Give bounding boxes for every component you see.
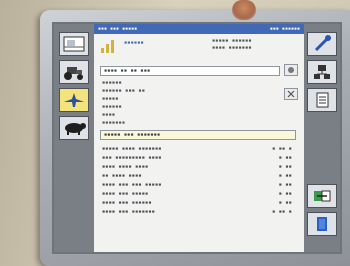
summary-row-value: ▪ ▪▪ [278, 191, 292, 197]
summary-row-label: ▪▪▪▪ ▪▪▪ ▪▪▪▪▪ [102, 191, 149, 197]
form-line-2: ▪▪▪▪▪▪ ▪▪▪ ▪▪ [102, 88, 146, 94]
summary-row-label: ▪▪▪▪▪ ▪▪▪▪ ▪▪▪▪▪▪▪ [102, 146, 162, 152]
network-button[interactable] [307, 60, 337, 84]
summary-row: ▪▪▪▪ ▪▪▪ ▪▪▪▪▪ ▪ ▪▪ [102, 191, 292, 200]
summary-row: ▪▪ ▪▪▪▪ ▪▪▪▪ ▪ ▪▪ [102, 173, 292, 182]
network-icon [314, 65, 330, 79]
tractor-icon [64, 67, 83, 80]
livestock-icon [65, 123, 86, 135]
summary-row: ▪▪▪▪ ▪▪▪ ▪▪▪ ▪▪▪▪▪ ▪ ▪▪ [102, 182, 292, 191]
summary-row: ▪▪▪▪▪ ▪▪▪▪ ▪▪▪▪▪▪▪ ▪ ▪▪ ▪ [102, 146, 292, 155]
summary-row-label: ▪▪▪▪ ▪▪▪ ▪▪▪▪▪▪▪ [102, 209, 155, 215]
right-toolbar [304, 24, 340, 252]
summary-row: ▪▪▪ ▪▪▪▪▪▪▪▪▪ ▪▪▪▪ ▪ ▪▪ [102, 155, 292, 164]
summary-row-value: ▪ ▪▪ ▪ [272, 146, 292, 152]
summary-row-value: ▪ ▪▪ ▪ [272, 209, 292, 215]
summary-row-label: ▪▪ ▪▪▪▪ ▪▪▪▪ [102, 173, 142, 179]
livestock-button[interactable] [59, 116, 89, 140]
summary-row-value: ▪ ▪▪ [278, 173, 292, 179]
summary-row: ▪▪▪▪ ▪▪▪ ▪▪▪▪▪▪ ▪ ▪▪ [102, 200, 292, 209]
selected-record-field[interactable]: ▪▪▪▪▪ ▪▪▪ ▪▪▪▪▪▪▪ [100, 130, 296, 140]
form-line-4: ▪▪▪▪▪▪ [102, 104, 122, 110]
document-button[interactable] [307, 88, 337, 112]
wrench-icon [314, 35, 331, 52]
form-line-1: ▪▪▪▪▪▪ [102, 80, 122, 86]
product-label: ▪▪▪▪▪▪ [124, 40, 144, 46]
main-panel: ▪▪▪ ▪▪▪ ▪▪▪▪▪ ▪▪▪ ▪▪▪▪▪▪ ▪▪▪▪▪▪ ▪▪▪▪▪ ▪▪… [94, 24, 304, 252]
finger [232, 0, 256, 20]
book-button[interactable] [307, 212, 337, 236]
title-right: ▪▪▪ ▪▪▪▪▪▪ [269, 26, 300, 32]
transfer-button[interactable] [307, 184, 337, 208]
close-button[interactable] [284, 88, 298, 100]
device-screen: ▪▪▪ ▪▪▪ ▪▪▪▪▪ ▪▪▪ ▪▪▪▪▪▪ ▪▪▪▪▪▪ ▪▪▪▪▪ ▪▪… [52, 22, 342, 254]
summary-row-label: ▪▪▪▪ ▪▪▪▪ ▪▪▪▪ [102, 164, 149, 170]
form-line-6: ▪▪▪▪▪▪▪ [102, 120, 126, 126]
title-left: ▪▪▪ ▪▪▪ ▪▪▪▪▪ [98, 26, 138, 32]
summary-row-label: ▪▪▪ ▪▪▪▪▪▪▪▪▪ ▪▪▪▪ [102, 155, 162, 161]
info-line-2: ▪▪▪▪ ▪▪▪▪▪▪▪ [212, 45, 252, 51]
tools-button[interactable] [307, 32, 337, 56]
document-icon [316, 92, 329, 108]
title-bar: ▪▪▪ ▪▪▪ ▪▪▪▪▪ ▪▪▪ ▪▪▪▪▪▪ [94, 24, 304, 34]
left-toolbar [54, 24, 94, 252]
aerial-button[interactable] [59, 88, 89, 112]
close-icon [287, 90, 295, 98]
transfer-icon [314, 190, 331, 202]
form-line-5: ▪▪▪▪ [102, 112, 116, 118]
record-icon [288, 67, 294, 73]
book-icon [317, 217, 327, 231]
summary-row: ▪▪▪▪ ▪▪▪ ▪▪▪▪▪▪▪ ▪ ▪▪ ▪ [102, 209, 292, 218]
info-line-1: ▪▪▪▪▪ ▪▪▪▪▪▪ [212, 38, 252, 44]
summary-row-value: ▪ ▪▪ [278, 182, 292, 188]
vehicle-button[interactable] [59, 60, 89, 84]
summary-row-value: ▪ ▪▪ [278, 164, 292, 170]
signal-icon [101, 40, 114, 53]
summary-row-value: ▪ ▪▪ [278, 155, 292, 161]
summary-row-value: ▪ ▪▪ [278, 200, 292, 206]
field-map-icon [63, 36, 85, 52]
summary-row-label: ▪▪▪▪ ▪▪▪ ▪▪▪ ▪▪▪▪▪ [102, 182, 162, 188]
summary-row-label: ▪▪▪▪ ▪▪▪ ▪▪▪▪▪▪ [102, 200, 152, 206]
plane-icon [64, 93, 84, 107]
form-line-3: ▪▪▪▪▪ [102, 96, 119, 102]
record-button[interactable] [284, 64, 298, 76]
summary-row: ▪▪▪▪ ▪▪▪▪ ▪▪▪▪ ▪ ▪▪ [102, 164, 292, 173]
field-map-button[interactable] [59, 32, 89, 56]
name-field[interactable]: ▪▪▪▪ ▪▪ ▪▪ ▪▪▪ [100, 66, 280, 76]
